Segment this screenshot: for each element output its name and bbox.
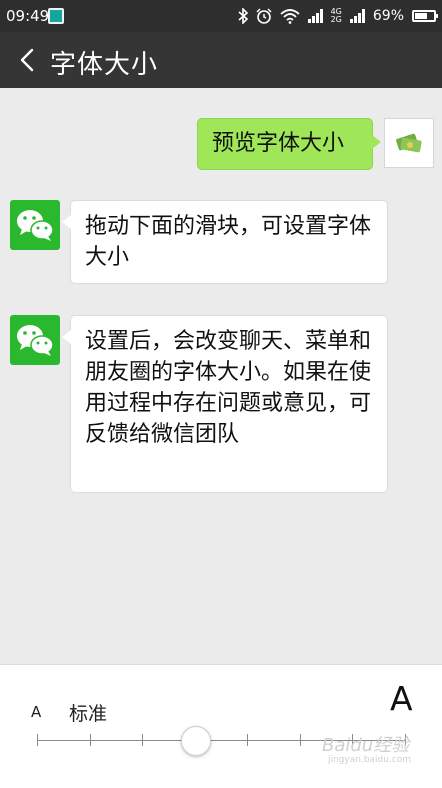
signal-strength-icon (307, 9, 323, 23)
battery-percent: 69% (372, 8, 404, 24)
signal-strength-icon-2 (349, 9, 365, 23)
slider-tick[interactable] (142, 734, 143, 746)
current-size-label: 标准 (69, 703, 108, 725)
slider-thumb[interactable] (181, 726, 211, 756)
large-font-label: A (390, 679, 413, 718)
watermark: Baidu经验 jingyan.baidu.com (322, 731, 411, 765)
font-size-panel: A 标准 A Baidu经验 jingyan.baidu.com (0, 664, 442, 788)
message-text: 设置后，会改变聊天、菜单和朋友圈的字体大小。如果在使用过程中存在问题或意见，可反… (85, 329, 372, 447)
message-bubble-user: 预览字体大小 (197, 118, 381, 170)
battery-fill (415, 13, 427, 19)
alarm-clock-icon (256, 8, 272, 24)
wifi-icon (279, 9, 300, 24)
battery-icon (412, 10, 438, 22)
message-text: 预览字体大小 (212, 131, 345, 156)
chat-preview: 预览字体大小 拖动下面的滑块，可设置字体大小 设置后，会改变聊天、菜单和朋友圈的… (0, 88, 442, 664)
wechat-avatar[interactable] (10, 200, 60, 250)
wechat-logo-icon (17, 325, 54, 356)
money-sticker-icon (396, 133, 422, 153)
title-bar: 字体大小 (0, 32, 442, 88)
user-avatar[interactable] (384, 118, 434, 168)
bluetooth-icon (238, 8, 248, 24)
message-bubble-wechat: 设置后，会改变聊天、菜单和朋友圈的字体大小。如果在使用过程中存在问题或意见，可反… (62, 315, 388, 493)
message-bubble-wechat: 拖动下面的滑块，可设置字体大小 (62, 200, 388, 284)
status-icons: 4G 2G 69% (238, 6, 438, 26)
status-bar: 09:49 4G 2G 69% (0, 0, 442, 32)
slider-tick[interactable] (90, 734, 91, 746)
slider-tick[interactable] (300, 734, 301, 746)
back-arrow-icon[interactable] (14, 46, 42, 74)
status-time: 09:49 (6, 7, 50, 25)
network-type-bottom: 2G (330, 15, 342, 24)
wechat-avatar[interactable] (10, 315, 60, 365)
small-font-label: A (31, 703, 42, 721)
message-text: 拖动下面的滑块，可设置字体大小 (85, 214, 372, 270)
slider-tick[interactable] (247, 734, 248, 746)
page-title: 字体大小 (50, 50, 159, 80)
wechat-logo-icon (17, 210, 54, 241)
slider-tick[interactable] (37, 734, 38, 746)
watermark-brand: Baidu经验 (322, 735, 410, 756)
app-notification-icon (48, 8, 64, 24)
network-type-indicator: 4G 2G (331, 8, 342, 24)
watermark-url: jingyan.baidu.com (328, 755, 412, 765)
